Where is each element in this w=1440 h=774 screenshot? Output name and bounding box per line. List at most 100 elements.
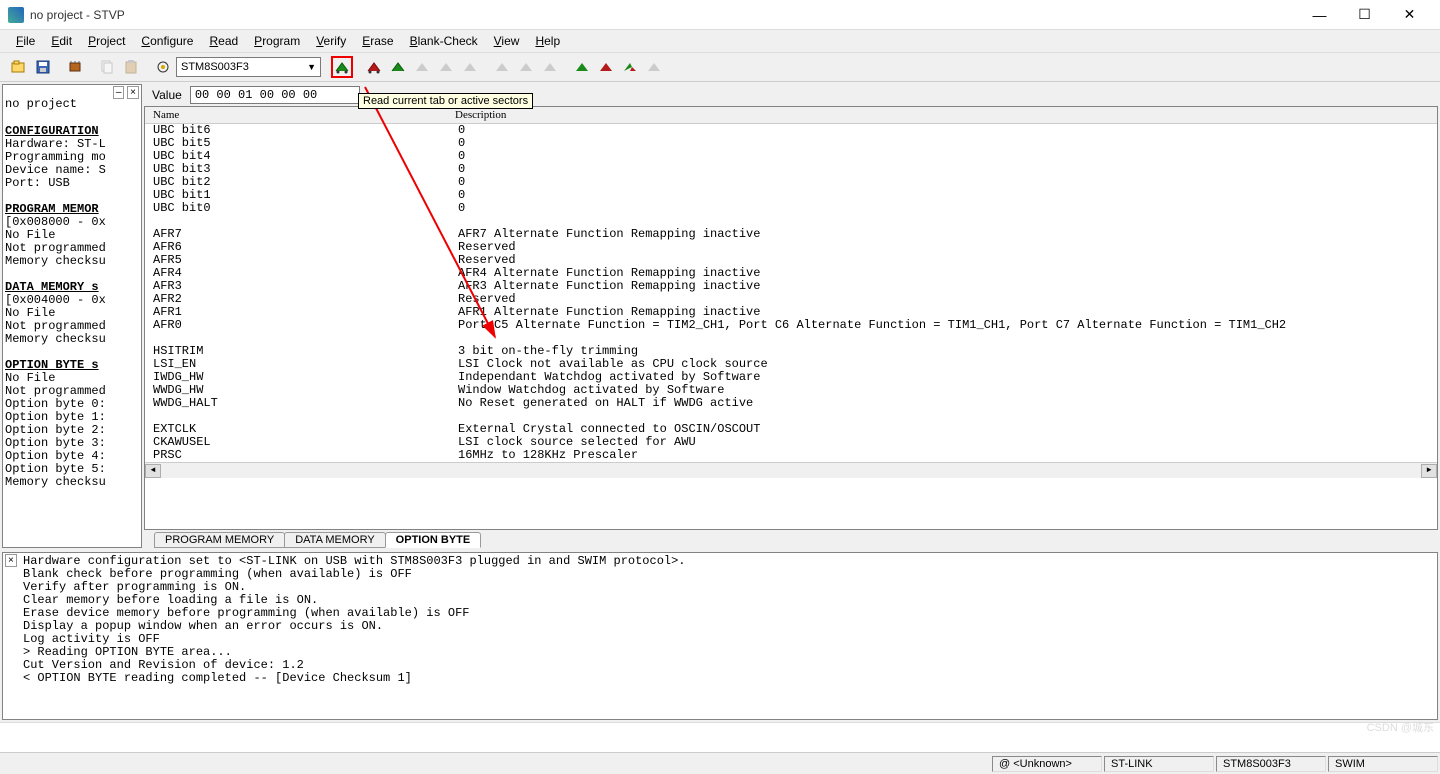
menubar: FileEditProjectConfigureReadProgramVerif… xyxy=(0,30,1440,52)
btn-gray1[interactable] xyxy=(411,56,433,78)
target-icon[interactable] xyxy=(152,56,174,78)
table-row[interactable]: UBC bit60 xyxy=(153,124,1429,137)
btn-gray4[interactable] xyxy=(491,56,513,78)
read-btn-green2[interactable] xyxy=(387,56,409,78)
open-button[interactable] xyxy=(8,56,30,78)
app-icon xyxy=(8,7,24,23)
project-name: no project xyxy=(5,98,139,111)
cell-name: AFR2 xyxy=(153,293,458,306)
table-row[interactable]: AFR6Reserved xyxy=(153,241,1429,254)
btn-gray7[interactable] xyxy=(643,56,665,78)
value-label: Value xyxy=(152,88,182,102)
log-line: Display a popup window when an error occ… xyxy=(23,620,1431,633)
cell-name: AFR5 xyxy=(153,254,458,267)
menu-erase[interactable]: Erase xyxy=(354,32,401,50)
pane-close-x-icon[interactable]: × xyxy=(127,86,139,99)
minimize-button[interactable]: — xyxy=(1297,1,1342,29)
program-green-button[interactable] xyxy=(571,56,593,78)
table-row[interactable]: UBC bit20 xyxy=(153,176,1429,189)
paste-button[interactable] xyxy=(120,56,142,78)
table-row[interactable]: UBC bit00 xyxy=(153,202,1429,215)
log-close-icon[interactable]: × xyxy=(5,554,17,567)
cell-description: AFR3 Alternate Function Remapping inacti… xyxy=(458,280,1429,293)
cell-description: Reserved xyxy=(458,241,1429,254)
menu-project[interactable]: Project xyxy=(80,32,133,50)
menu-blankcheck[interactable]: Blank-Check xyxy=(402,32,486,50)
table-row[interactable]: WWDG_HWWindow Watchdog activated by Soft… xyxy=(153,384,1429,397)
tab-program-memory[interactable]: PROGRAM MEMORY xyxy=(154,532,285,548)
cell-name: UBC bit0 xyxy=(153,202,458,215)
tooltip: Read current tab or active sectors xyxy=(358,93,533,109)
cell-name: WWDG_HALT xyxy=(153,397,458,410)
table-row[interactable]: PRSC16MHz to 128KHz Prescaler xyxy=(153,449,1429,462)
table-row[interactable]: UBC bit30 xyxy=(153,163,1429,176)
left-info-line: Memory checksu xyxy=(5,333,139,346)
tab-option-byte[interactable]: OPTION BYTE xyxy=(385,532,482,548)
table-row[interactable]: LSI_ENLSI Clock not available as CPU clo… xyxy=(153,358,1429,371)
left-info-line: Port: USB xyxy=(5,177,139,190)
cell-description: No Reset generated on HALT if WWDG activ… xyxy=(458,397,1429,410)
read-all-button[interactable] xyxy=(363,56,385,78)
left-info-line: Memory checksu xyxy=(5,476,139,489)
table-row[interactable]: AFR2Reserved xyxy=(153,293,1429,306)
menu-verify[interactable]: Verify xyxy=(308,32,354,50)
chip-config-button[interactable] xyxy=(64,56,86,78)
btn-gray2[interactable] xyxy=(435,56,457,78)
ghost-area xyxy=(0,722,1440,752)
close-button[interactable]: ✕ xyxy=(1387,1,1432,29)
device-select[interactable]: STM8S003F3 ▼ xyxy=(176,57,321,77)
read-current-tab-button[interactable] xyxy=(331,56,353,78)
pane-close-icon[interactable]: – xyxy=(113,86,125,99)
cell-name: HSITRIM xyxy=(153,345,458,358)
statusbar: @ <Unknown> ST-LINK STM8S003F3 SWIM xyxy=(0,752,1440,774)
menu-read[interactable]: Read xyxy=(201,32,246,50)
table-row[interactable]: HSITRIM3 bit on-the-fly trimming xyxy=(153,345,1429,358)
chevron-down-icon: ▼ xyxy=(307,62,316,72)
column-name[interactable]: Name xyxy=(145,109,455,121)
content-area: – × no projectCONFIGURATIONHardware: ST-… xyxy=(0,82,1440,550)
table-row[interactable]: AFR7AFR7 Alternate Function Remapping in… xyxy=(153,228,1429,241)
column-description[interactable]: Description xyxy=(455,109,1437,121)
table-row[interactable]: AFR3AFR3 Alternate Function Remapping in… xyxy=(153,280,1429,293)
menu-edit[interactable]: Edit xyxy=(43,32,80,50)
table-row[interactable]: CKAWUSELLSI clock source selected for AW… xyxy=(153,436,1429,449)
menu-view[interactable]: View xyxy=(486,32,528,50)
horizontal-scrollbar[interactable]: ◄ ► xyxy=(145,462,1437,478)
table-row[interactable]: AFR4AFR4 Alternate Function Remapping in… xyxy=(153,267,1429,280)
scroll-right-icon[interactable]: ► xyxy=(1421,464,1437,478)
status-device: STM8S003F3 xyxy=(1216,756,1326,772)
btn-gray3[interactable] xyxy=(459,56,481,78)
left-info-line: Memory checksu xyxy=(5,255,139,268)
btn-gray5[interactable] xyxy=(515,56,537,78)
save-button[interactable] xyxy=(32,56,54,78)
cell-description: Port C5 Alternate Function = TIM2_CH1, P… xyxy=(458,319,1429,332)
cell-description: 0 xyxy=(458,176,1429,189)
tab-data-memory[interactable]: DATA MEMORY xyxy=(284,532,385,548)
value-input[interactable] xyxy=(190,86,360,104)
program-mixed-button[interactable] xyxy=(619,56,641,78)
cell-description: 16MHz to 128KHz Prescaler xyxy=(458,449,1429,462)
scroll-left-icon[interactable]: ◄ xyxy=(145,464,161,478)
table-row[interactable]: IWDG_HWIndependant Watchdog activated by… xyxy=(153,371,1429,384)
table-row[interactable]: WWDG_HALTNo Reset generated on HALT if W… xyxy=(153,397,1429,410)
table-row[interactable]: EXTCLKExternal Crystal connected to OSCI… xyxy=(153,423,1429,436)
table-row[interactable]: AFR0Port C5 Alternate Function = TIM2_CH… xyxy=(153,319,1429,332)
table-row[interactable]: UBC bit50 xyxy=(153,137,1429,150)
menu-program[interactable]: Program xyxy=(246,32,308,50)
window-title: no project - STVP xyxy=(30,8,1297,22)
btn-gray6[interactable] xyxy=(539,56,561,78)
menu-file[interactable]: File xyxy=(8,32,43,50)
maximize-button[interactable]: ☐ xyxy=(1342,1,1387,29)
menu-help[interactable]: Help xyxy=(527,32,568,50)
cell-description: 0 xyxy=(458,124,1429,137)
program-red-button[interactable] xyxy=(595,56,617,78)
cell-name: PRSC xyxy=(153,449,458,462)
copy-button[interactable] xyxy=(96,56,118,78)
table-row[interactable]: AFR5Reserved xyxy=(153,254,1429,267)
table-row[interactable]: UBC bit40 xyxy=(153,150,1429,163)
menu-configure[interactable]: Configure xyxy=(133,32,201,50)
device-select-value: STM8S003F3 xyxy=(181,61,249,73)
table-row[interactable]: UBC bit10 xyxy=(153,189,1429,202)
cell-name: AFR0 xyxy=(153,319,458,332)
status-address: @ <Unknown> xyxy=(992,756,1102,772)
